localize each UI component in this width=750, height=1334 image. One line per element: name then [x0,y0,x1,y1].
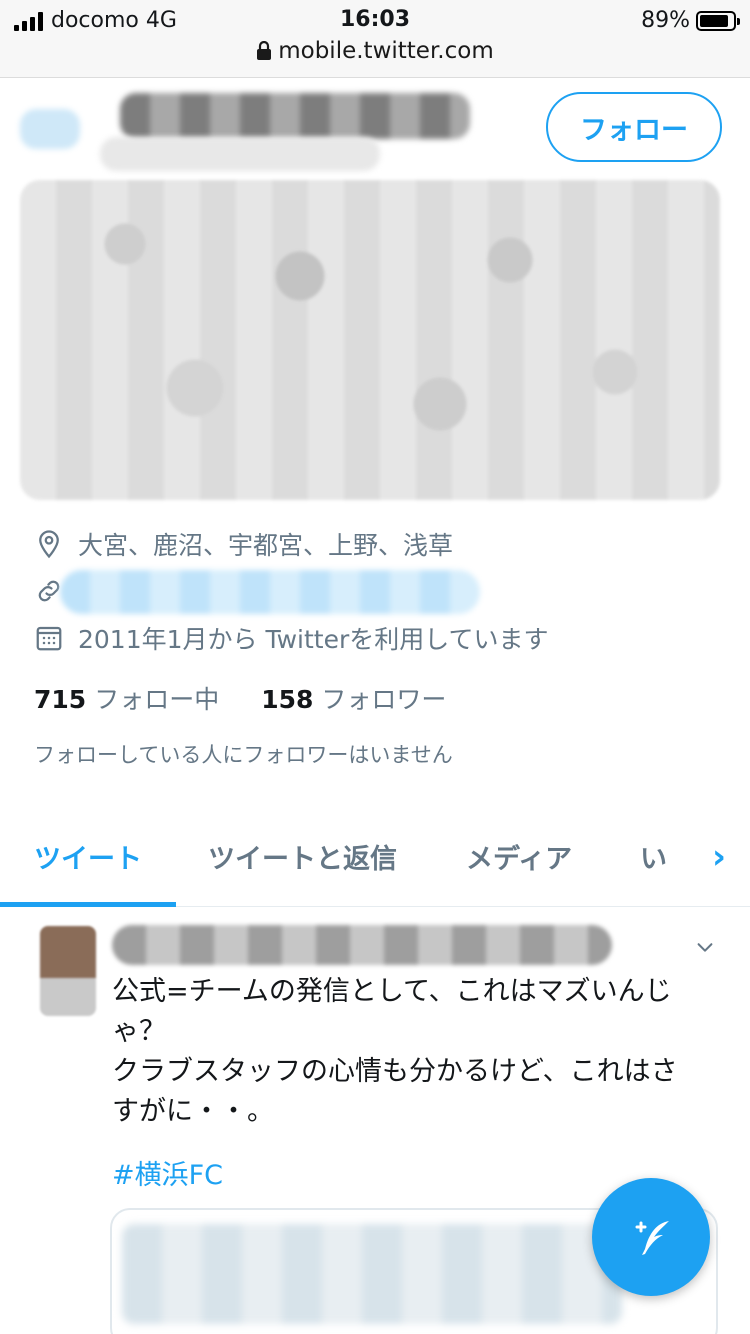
active-tab-indicator [0,902,176,907]
tab-media[interactable]: メディア [466,837,572,876]
profile-tabs: ツイート ツイートと返信 メディア い › [0,815,750,907]
tweet-line: 公式=チームの発信として、これはマズいんじ [112,976,672,1007]
redacted-bio [20,180,720,500]
calendar-icon [36,626,62,651]
redacted-card-content [122,1224,622,1324]
follow-counts: 715 フォロー中 158 フォロワー [34,680,446,716]
followers-count: 158 [261,685,314,714]
battery-icon [696,10,740,31]
follow-button[interactable]: フォロー [546,92,722,162]
map-pin-icon [39,530,59,559]
url-bar[interactable]: mobile.twitter.com [0,38,750,64]
tweet-line: クラブスタッフの心情も分かるけど、これはさ [112,1056,678,1087]
redacted-tweet-count [100,137,380,171]
compose-tweet-icon [635,1221,669,1255]
tab-likes[interactable]: い [640,837,667,876]
chevron-right-icon[interactable]: › [712,837,726,877]
chevron-down-icon[interactable] [694,936,716,958]
known-followers-notice: フォローしている人にフォロワーはいません [34,743,453,767]
location-row: 大宮、鹿沼、宇都宮、上野、浅草 [34,526,453,562]
status-bar: docomo 4G 16:03 89% mobile.twitter.com [0,0,750,78]
following-link[interactable]: 715 フォロー中 [34,680,219,716]
redacted-display-name [120,93,470,139]
redacted-tweet-author [112,925,612,965]
lock-icon [257,41,272,60]
battery-info: 89% [641,8,740,33]
joined-text: 2011年1月から Twitterを利用しています [78,625,549,654]
compose-tweet-button[interactable] [592,1178,710,1296]
tweet-line: すがに・・。 [112,1096,274,1127]
joined-row: 2011年1月から Twitterを利用しています [34,620,549,656]
tab-tweets-and-replies[interactable]: ツイートと返信 [208,837,397,876]
location-text: 大宮、鹿沼、宇都宮、上野、浅草 [78,531,454,560]
following-count: 715 [34,685,87,714]
redacted-back-area [20,109,80,149]
avatar[interactable] [40,926,96,1016]
tweet-line: ゃ？ [112,1016,166,1047]
tab-tweets[interactable]: ツイート [34,837,142,876]
tweet-text: 公式=チームの発信として、これはマズいんじ ゃ？ クラブスタッフの心情も分かるけ… [112,972,712,1132]
hashtag-link[interactable]: #横浜FC [112,1153,223,1192]
battery-percent: 89% [641,8,690,33]
followers-link[interactable]: 158 フォロワー [261,680,446,716]
clock: 16:03 [339,7,411,32]
url-text: mobile.twitter.com [278,38,494,64]
redacted-website-link [60,570,480,614]
following-label: フォロー中 [94,685,220,714]
followers-label: フォロワー [321,685,447,714]
